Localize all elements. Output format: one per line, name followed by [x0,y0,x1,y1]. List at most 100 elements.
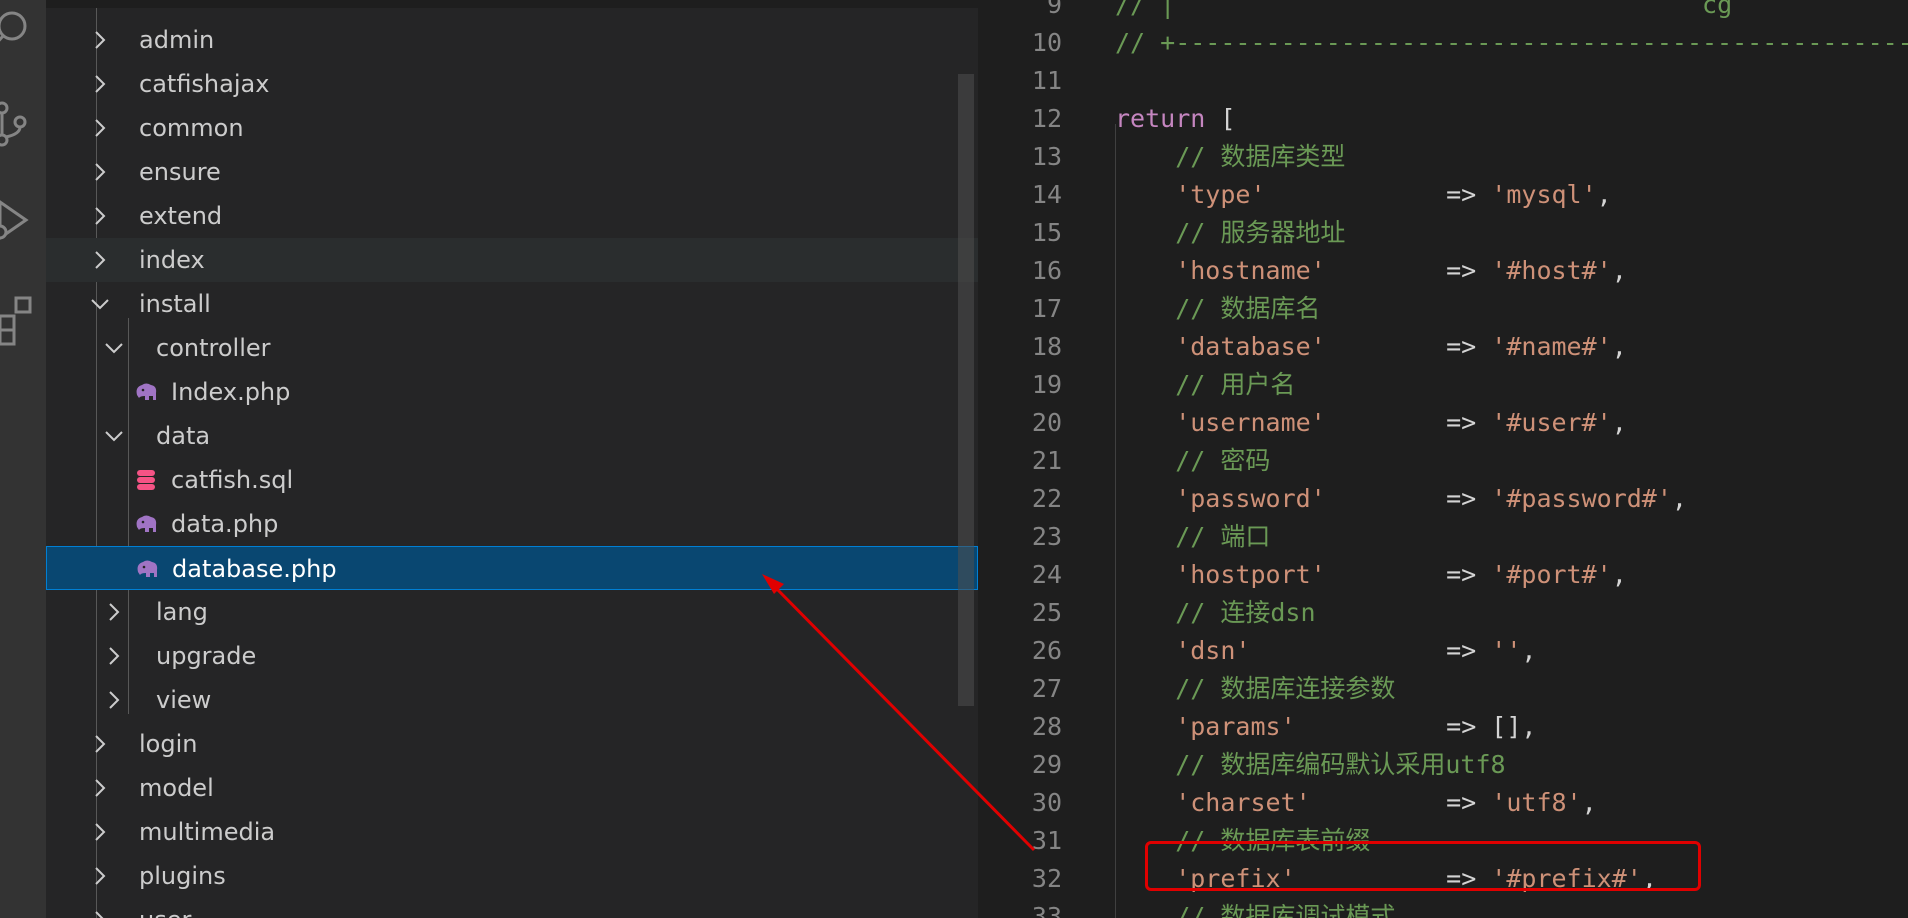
tree-item-label: data [156,422,211,450]
chevron-right-icon [90,822,110,842]
tree-item-label: lang [156,598,208,626]
tree-folder-controller[interactable]: controller [46,326,978,370]
chevron-right-icon [90,206,110,226]
line-number: 9 [1046,0,1062,19]
tree-folder-extend[interactable]: extend [46,194,978,238]
line-number: 22 [1031,484,1062,513]
tree-item-label: plugins [139,862,226,890]
line-number: 32 [1031,864,1062,893]
tree-folder-ensure[interactable]: ensure [46,150,978,194]
code-line: 22 'password' => '#password#', [978,480,1908,518]
tree-item-label: common [139,114,244,142]
code-text: // 数据库类型 [1115,142,1346,171]
tree-item-label: model [139,774,214,802]
code-line: 17 // 数据库名 [978,290,1908,328]
code-line: 26 'dsn' => '', [978,632,1908,670]
tree-file-index-php[interactable]: Index.php [46,370,978,414]
line-number: 13 [1031,142,1062,171]
line-number: 12 [1031,104,1062,133]
code-line: 25 // 连接dsn [978,594,1908,632]
tree-folder-model[interactable]: model [46,766,978,810]
chevron-right-icon [90,74,110,94]
tree-folder-multimedia[interactable]: multimedia [46,810,978,854]
code-line: 19 // 用户名 [978,366,1908,404]
tree-item-label: data.php [171,510,279,538]
code-text: 'hostport' => '#port#', [1115,560,1627,589]
code-text: 'dsn' => '', [1115,636,1537,665]
chevron-right-icon [90,778,110,798]
tree-folder-user[interactable]: user [46,898,978,918]
tree-folder-index[interactable]: index [46,238,978,282]
tree-item-label: catfish.sql [171,466,294,494]
code-text: // 数据库名 [1115,294,1321,323]
chevron-right-icon [90,250,110,270]
tree-item-label: admin [139,26,215,54]
code-line: 15 // 服务器地址 [978,214,1908,252]
line-number: 23 [1031,522,1062,551]
code-line: 24 'hostport' => '#port#', [978,556,1908,594]
tree-file-data-php[interactable]: data.php [46,502,978,546]
tree-item-label: login [139,730,198,758]
code-text: 'hostname' => '#host#', [1115,256,1627,285]
code-line: 13 // 数据库类型 [978,138,1908,176]
sidebar-scrollbar[interactable] [958,74,974,706]
code-text: // 服务器地址 [1115,218,1346,247]
line-number: 10 [1031,28,1062,57]
tree-file-database-php[interactable]: database.php [46,546,978,590]
tree-folder-data[interactable]: data [46,414,978,458]
code-line: 28 'params' => [], [978,708,1908,746]
chevron-right-icon [104,646,124,666]
tree-item-label: controller [156,334,271,362]
line-number: 17 [1031,294,1062,323]
code-text: 'charset' => 'utf8', [1115,788,1597,817]
code-text: // 密码 [1115,446,1271,475]
chevron-right-icon [90,866,110,886]
chevron-right-icon [104,602,124,622]
tree-folder-install[interactable]: install [46,282,978,326]
run-debug-icon[interactable] [0,198,46,258]
code-line: 30 'charset' => 'utf8', [978,784,1908,822]
tree-item-label: view [156,686,212,714]
chevron-right-icon [90,910,110,918]
php-elephant-icon [134,381,158,403]
code-text: // | cg [1115,0,1733,19]
tree-item-label: catfishajax [139,70,270,98]
source-control-icon[interactable] [0,100,46,160]
extensions-icon[interactable] [0,292,46,352]
tree-folder-catfishajax[interactable]: catfishajax [46,62,978,106]
code-text: // 用户名 [1115,370,1296,399]
tree-folder-login[interactable]: login [46,722,978,766]
code-line: 29 // 数据库编码默认采用utf8 [978,746,1908,784]
tree-file-catfish-sql[interactable]: catfish.sql [46,458,978,502]
code-text: 'type' => 'mysql', [1115,180,1612,209]
activity-bar [0,0,46,918]
tree-folder-lang[interactable]: lang [46,590,978,634]
tree-folder-upgrade[interactable]: upgrade [46,634,978,678]
code-text: // 端口 [1115,522,1271,551]
chevron-right-icon [90,734,110,754]
line-number: 11 [1031,66,1062,95]
tree-folder-common[interactable]: common [46,106,978,150]
code-text: 'database' => '#name#', [1115,332,1627,361]
tree-item-label: index [139,246,205,274]
tree-folder-admin[interactable]: admin [46,18,978,62]
code-text: 'params' => [], [1115,712,1537,741]
tree-item-label: Index.php [171,378,291,406]
line-number: 15 [1031,218,1062,247]
tree-item-label: extend [139,202,223,230]
tree-folder-plugins[interactable]: plugins [46,854,978,898]
explorer-sidebar: application admincatfishajaxcommonensure… [46,0,978,918]
line-number: 20 [1031,408,1062,437]
code-line: 9 // | cg [978,0,1908,24]
line-number: 33 [1031,902,1062,918]
line-number: 30 [1031,788,1062,817]
code-text: // 数据库编码默认采用utf8 [1115,750,1506,779]
line-number: 18 [1031,332,1062,361]
code-editor[interactable]: 9 // | cg 10 // +--------------------------… [978,0,1908,918]
tree-folder-view[interactable]: view [46,678,978,722]
php-elephant-icon [135,558,159,580]
code-line: 27 // 数据库连接参数 [978,670,1908,708]
search-icon[interactable] [0,0,46,60]
php-elephant-icon [134,513,158,535]
tree-item-label: user [139,898,191,918]
